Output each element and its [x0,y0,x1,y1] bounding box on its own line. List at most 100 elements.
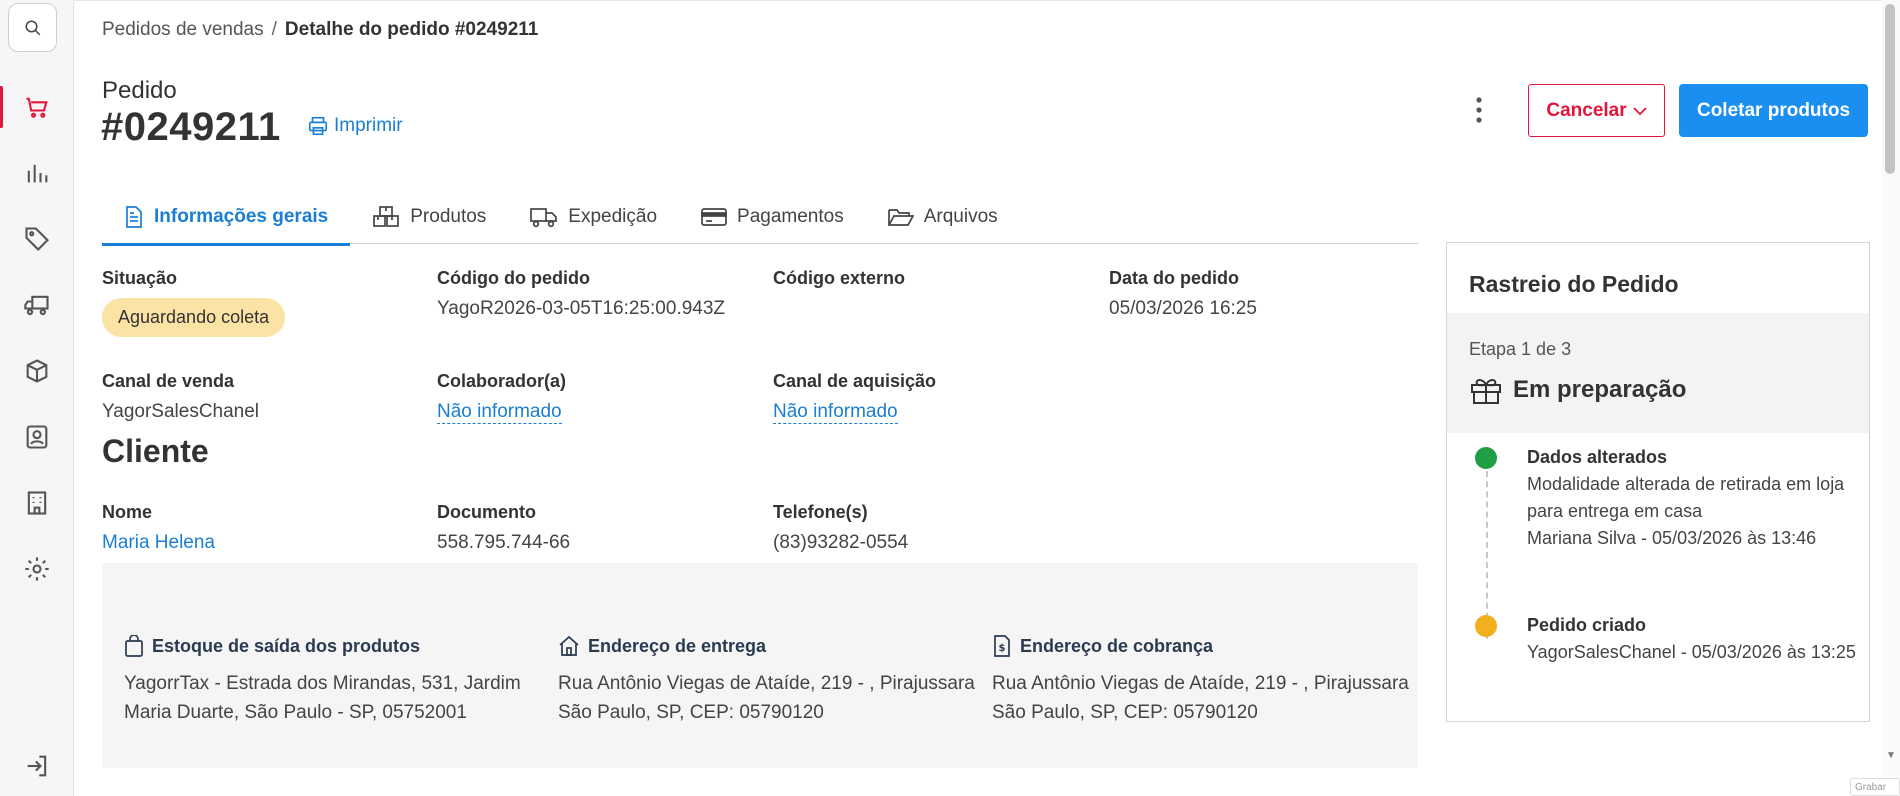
gear-icon [25,557,49,581]
more-options-button[interactable] [1464,95,1494,125]
address-title: Endereço de entrega [588,635,767,656]
tab-bar: Informações gerais Produtos Expedição Pa… [102,189,1418,246]
cart-icon [26,97,48,118]
truck-icon [24,295,49,316]
field-label: Nome [102,502,153,522]
tracking-title: Rastreio do Pedido [1469,271,1679,297]
more-vertical-icon [1476,97,1482,123]
box-icon [26,359,48,383]
sidebar-item-settings[interactable] [0,544,74,594]
page-scrollbar[interactable]: ▼ [1882,0,1900,796]
field-label: Canal de venda [102,371,235,391]
search-button[interactable] [8,3,57,52]
stage-label: Em preparação [1513,376,1687,403]
card-icon [701,207,727,226]
cancel-label: Cancelar [1546,99,1627,121]
shopping-bag-icon [125,635,143,657]
folder-icon [887,208,914,226]
client-name-link[interactable]: Maria Helena [102,532,215,553]
sidebar-item-products[interactable] [0,346,74,396]
gift-icon [1471,379,1501,404]
event-text: Modalidade alterada de retirada em loja … [1527,474,1845,521]
event-title: Pedido criado [1527,615,1647,635]
field-client-name: Nome Maria Helena [102,502,215,554]
tab-label: Arquivos [923,205,998,227]
address-text: Rua Antônio Viegas de Ataíde, 219 - , Pi… [992,673,1409,723]
field-order-date: Data do pedido 05/03/2026 16:25 [1109,268,1257,320]
field-label: Código externo [773,268,906,288]
document-icon [126,205,142,228]
scrollbar-thumb[interactable] [1885,4,1895,174]
sidebar-item-shipping[interactable] [0,280,74,330]
timeline-event: Dados alterados Modalidade alterada de r… [1527,447,1857,552]
field-order-code: Código do pedido YagoR2026-03-05T16:25:0… [437,268,725,320]
scroll-down-arrow[interactable]: ▼ [1886,750,1896,761]
acquisition-channel-link[interactable]: Não informado [773,401,898,424]
address-billing: $ Endereço de cobrança Rua Antônio Viega… [992,635,1412,727]
order-label: Pedido [102,77,177,104]
breadcrumb-parent[interactable]: Pedidos de vendas [102,19,264,40]
section-title-client: Cliente [102,433,209,469]
sidebar-item-orders[interactable] [0,82,74,132]
collect-products-button[interactable]: Coletar produtos [1679,84,1868,137]
address-text: Rua Antônio Viegas de Ataíde, 219 - , Pi… [558,673,975,723]
main-content: Pedidos de vendas / Detalhe do pedido #024… [74,0,1900,796]
field-label: Colaborador(a) [437,371,567,391]
field-value: (83)93282-0554 [773,532,909,553]
field-value: 05/03/2026 16:25 [1109,298,1257,319]
address-box: Estoque de saída dos produtos YagorrTax … [102,563,1418,768]
stage-name: Em preparação [1469,375,1686,405]
field-acquisition-channel: Canal de aquisição Não informado [773,371,937,424]
field-label: Data do pedido [1109,268,1239,288]
tab-label: Pagamentos [737,205,844,227]
field-client-phone: Telefone(s) (83)93282-0554 [773,502,908,554]
event-text: YagorSalesChanel - 05/03/2026 às 13:25 [1527,642,1856,662]
printer-icon [308,116,328,136]
breadcrumb-separator: / [271,19,277,40]
field-sales-channel: Canal de venda YagorSalesChanel [102,371,259,423]
print-link[interactable]: Imprimir [307,115,403,137]
field-value: YagoR2026-03-05T16:25:00.943Z [437,298,726,319]
chevron-down-icon [1633,106,1647,115]
collaborator-link[interactable]: Não informado [437,401,562,424]
building-icon [27,491,47,515]
sidebar-item-logout[interactable] [0,741,74,791]
field-client-document: Documento 558.795.744-66 [437,502,570,554]
tab-payments[interactable]: Pagamentos [679,189,866,244]
event-meta: Mariana Silva - 05/03/2026 às 13:46 [1527,528,1817,548]
address-delivery: Endereço de entrega Rua Antônio Viegas d… [558,635,978,727]
stage-step: Etapa 1 de 3 [1469,339,1572,359]
logout-icon [27,755,47,777]
tab-products[interactable]: Produtos [350,189,508,244]
tab-general-info[interactable]: Informações gerais [102,189,351,246]
invoice-icon: $ [994,635,1010,657]
timeline-line [1486,461,1488,639]
tab-shipping[interactable]: Expedição [508,189,679,244]
sidebar-item-reports[interactable] [0,148,74,198]
corner-note: Grabar [1850,778,1900,796]
tab-label: Produtos [410,205,487,227]
svg-text:$: $ [999,643,1006,654]
timeline-event: Pedido criado YagorSalesChanel - 05/03/2… [1527,615,1857,666]
cancel-button[interactable]: Cancelar [1528,84,1665,137]
tag-icon [25,227,49,251]
field-label: Canal de aquisição [773,371,937,391]
tab-label: Expedição [568,205,658,227]
print-label: Imprimir [334,115,403,136]
address-title: Endereço de cobrança [1020,635,1214,656]
event-title: Dados alterados [1527,447,1668,467]
field-label: Código do pedido [437,268,590,288]
chart-icon [27,164,48,183]
tab-files[interactable]: Arquivos [866,189,1020,244]
breadcrumb-current: Detalhe do pedido #0249211 [284,19,539,40]
boxes-icon [373,205,400,227]
timeline-dot-success [1475,447,1497,469]
tab-label: Informações gerais [154,205,329,227]
sidebar [0,0,74,796]
field-value: YagorSalesChanel [102,401,260,422]
field-situacao: Situação Aguardando coleta [102,268,286,337]
sidebar-item-tags[interactable] [0,214,74,264]
sidebar-item-contacts[interactable] [0,412,74,462]
truck-icon [530,207,558,227]
sidebar-item-company[interactable] [0,478,74,528]
